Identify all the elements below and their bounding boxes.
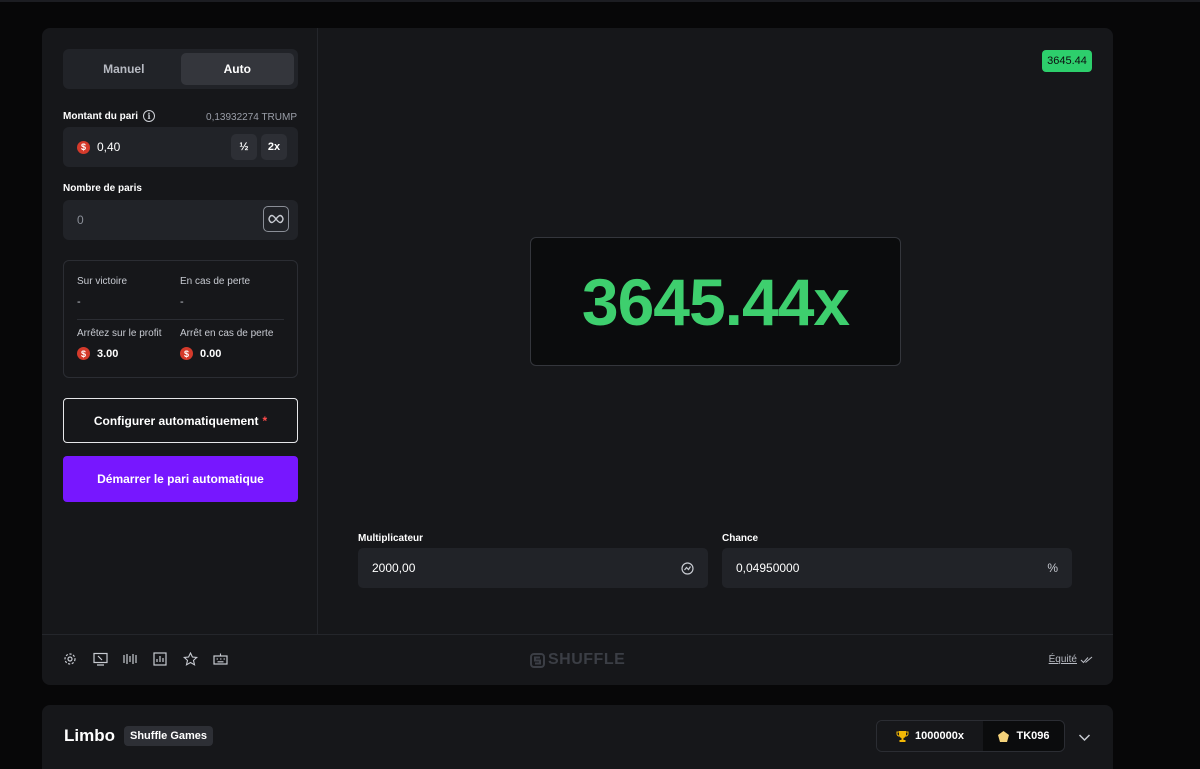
info-icon[interactable]: i — [143, 110, 155, 122]
stop-loss-value[interactable]: 0.00 — [200, 348, 221, 360]
shuffle-logo-text: SHUFFLE — [548, 651, 626, 668]
top-player-name: TK096 — [1016, 730, 1050, 742]
multiplier-label: Multiplicateur — [358, 533, 424, 544]
sound-icon[interactable] — [122, 651, 138, 667]
trophy-icon — [896, 730, 909, 742]
max-win-stat: 1000000x — [877, 721, 983, 751]
bet-amount-label: Montant du pari i — [63, 110, 155, 122]
half-bet-button[interactable]: ½ — [231, 134, 257, 160]
stop-profit-value[interactable]: 3.00 — [97, 348, 118, 360]
chance-input[interactable]: 0,04950000 % — [722, 548, 1072, 588]
multiplier-value[interactable]: 2000,00 — [372, 561, 415, 575]
double-check-icon — [1080, 656, 1093, 663]
game-title: Limbo — [64, 726, 115, 745]
currency-coin-icon: $ — [77, 140, 90, 154]
currency-coin-icon: $ — [180, 347, 193, 360]
provider-badge[interactable]: Shuffle Games — [124, 726, 214, 746]
player-badge-icon — [998, 730, 1010, 742]
required-marker: * — [262, 413, 268, 428]
hotkeys-icon[interactable] — [212, 651, 228, 667]
stop-profit-field[interactable]: $ 3.00 — [77, 347, 118, 360]
on-loss-value[interactable]: - — [180, 296, 184, 308]
configure-auto-label: Configurer automatiquement — [93, 413, 259, 428]
result-multiplier: 3645.44x — [581, 264, 850, 339]
stop-loss-field[interactable]: $ 0.00 — [180, 347, 221, 360]
start-autobet-button[interactable]: Démarrer le pari automatique — [63, 456, 298, 502]
num-bets-input[interactable]: 0 — [63, 200, 298, 240]
balance-text: 0,13932274 TRUMP — [206, 112, 297, 123]
chevron-down-icon — [1078, 734, 1091, 742]
max-win-value: 1000000x — [915, 730, 964, 742]
stop-loss-label: Arrêt en cas de perte — [180, 328, 274, 339]
result-display: 3645.44x — [530, 237, 901, 366]
on-loss-label: En cas de perte — [180, 276, 251, 287]
game-panel: Manuel Auto Montant du pari i 0,13932274… — [42, 28, 1113, 685]
game-info-bar: Limbo Shuffle Games 1000000x TK096 — [42, 705, 1113, 769]
shuffle-logo: SHUFFLE — [530, 651, 625, 669]
shuffle-logo-icon — [530, 652, 545, 668]
percent-suffix: % — [1047, 561, 1058, 575]
last-result-badge[interactable]: 3645.44 — [1042, 50, 1092, 72]
bet-sidebar: Manuel Auto Montant du pari i 0,13932274… — [42, 28, 318, 634]
theatre-mode-icon[interactable] — [92, 651, 108, 667]
top-player-stat[interactable]: TK096 — [983, 721, 1064, 751]
tab-auto[interactable]: Auto — [180, 53, 294, 85]
favorite-icon[interactable] — [182, 651, 198, 667]
configure-auto-button[interactable]: Configurer automatiquement * — [63, 398, 298, 443]
on-win-value[interactable]: - — [77, 296, 81, 308]
bet-amount-input[interactable]: $ 0,40 ½ 2x — [63, 127, 298, 167]
on-win-label: Sur victoire — [77, 276, 128, 287]
chance-value[interactable]: 0,04950000 — [736, 561, 799, 575]
game-stats: 1000000x TK096 — [876, 720, 1065, 752]
double-bet-button[interactable]: 2x — [261, 134, 287, 160]
settings-icon[interactable] — [62, 651, 78, 667]
expand-info-button[interactable] — [1078, 729, 1091, 747]
stop-profit-label: Arrêtez sur le profit — [77, 328, 162, 339]
strategy-divider — [77, 319, 284, 320]
tab-manual[interactable]: Manuel — [67, 53, 181, 85]
infinity-icon — [268, 214, 284, 224]
infinity-button[interactable] — [263, 206, 289, 232]
stats-icon[interactable] — [152, 651, 168, 667]
num-bets-value[interactable]: 0 — [77, 213, 84, 227]
top-border — [0, 0, 1200, 2]
currency-coin-icon: $ — [77, 347, 90, 360]
mode-toggle: Manuel Auto — [63, 49, 298, 89]
game-footer: SHUFFLE Équité — [42, 634, 1113, 685]
fairness-label: Équité — [1048, 654, 1077, 665]
bet-amount-label-text: Montant du pari — [63, 110, 138, 122]
auto-strategy-box: Sur victoire - En cas de perte - Arrêtez… — [63, 260, 298, 378]
bet-amount-value[interactable]: 0,40 — [97, 140, 120, 154]
multiplier-chart-icon[interactable] — [681, 561, 694, 575]
num-bets-label: Nombre de paris — [63, 183, 142, 194]
chance-label: Chance — [722, 533, 759, 544]
multiplier-input[interactable]: 2000,00 — [358, 548, 708, 588]
footer-icon-group — [62, 651, 228, 667]
fairness-link[interactable]: Équité — [1049, 654, 1093, 665]
